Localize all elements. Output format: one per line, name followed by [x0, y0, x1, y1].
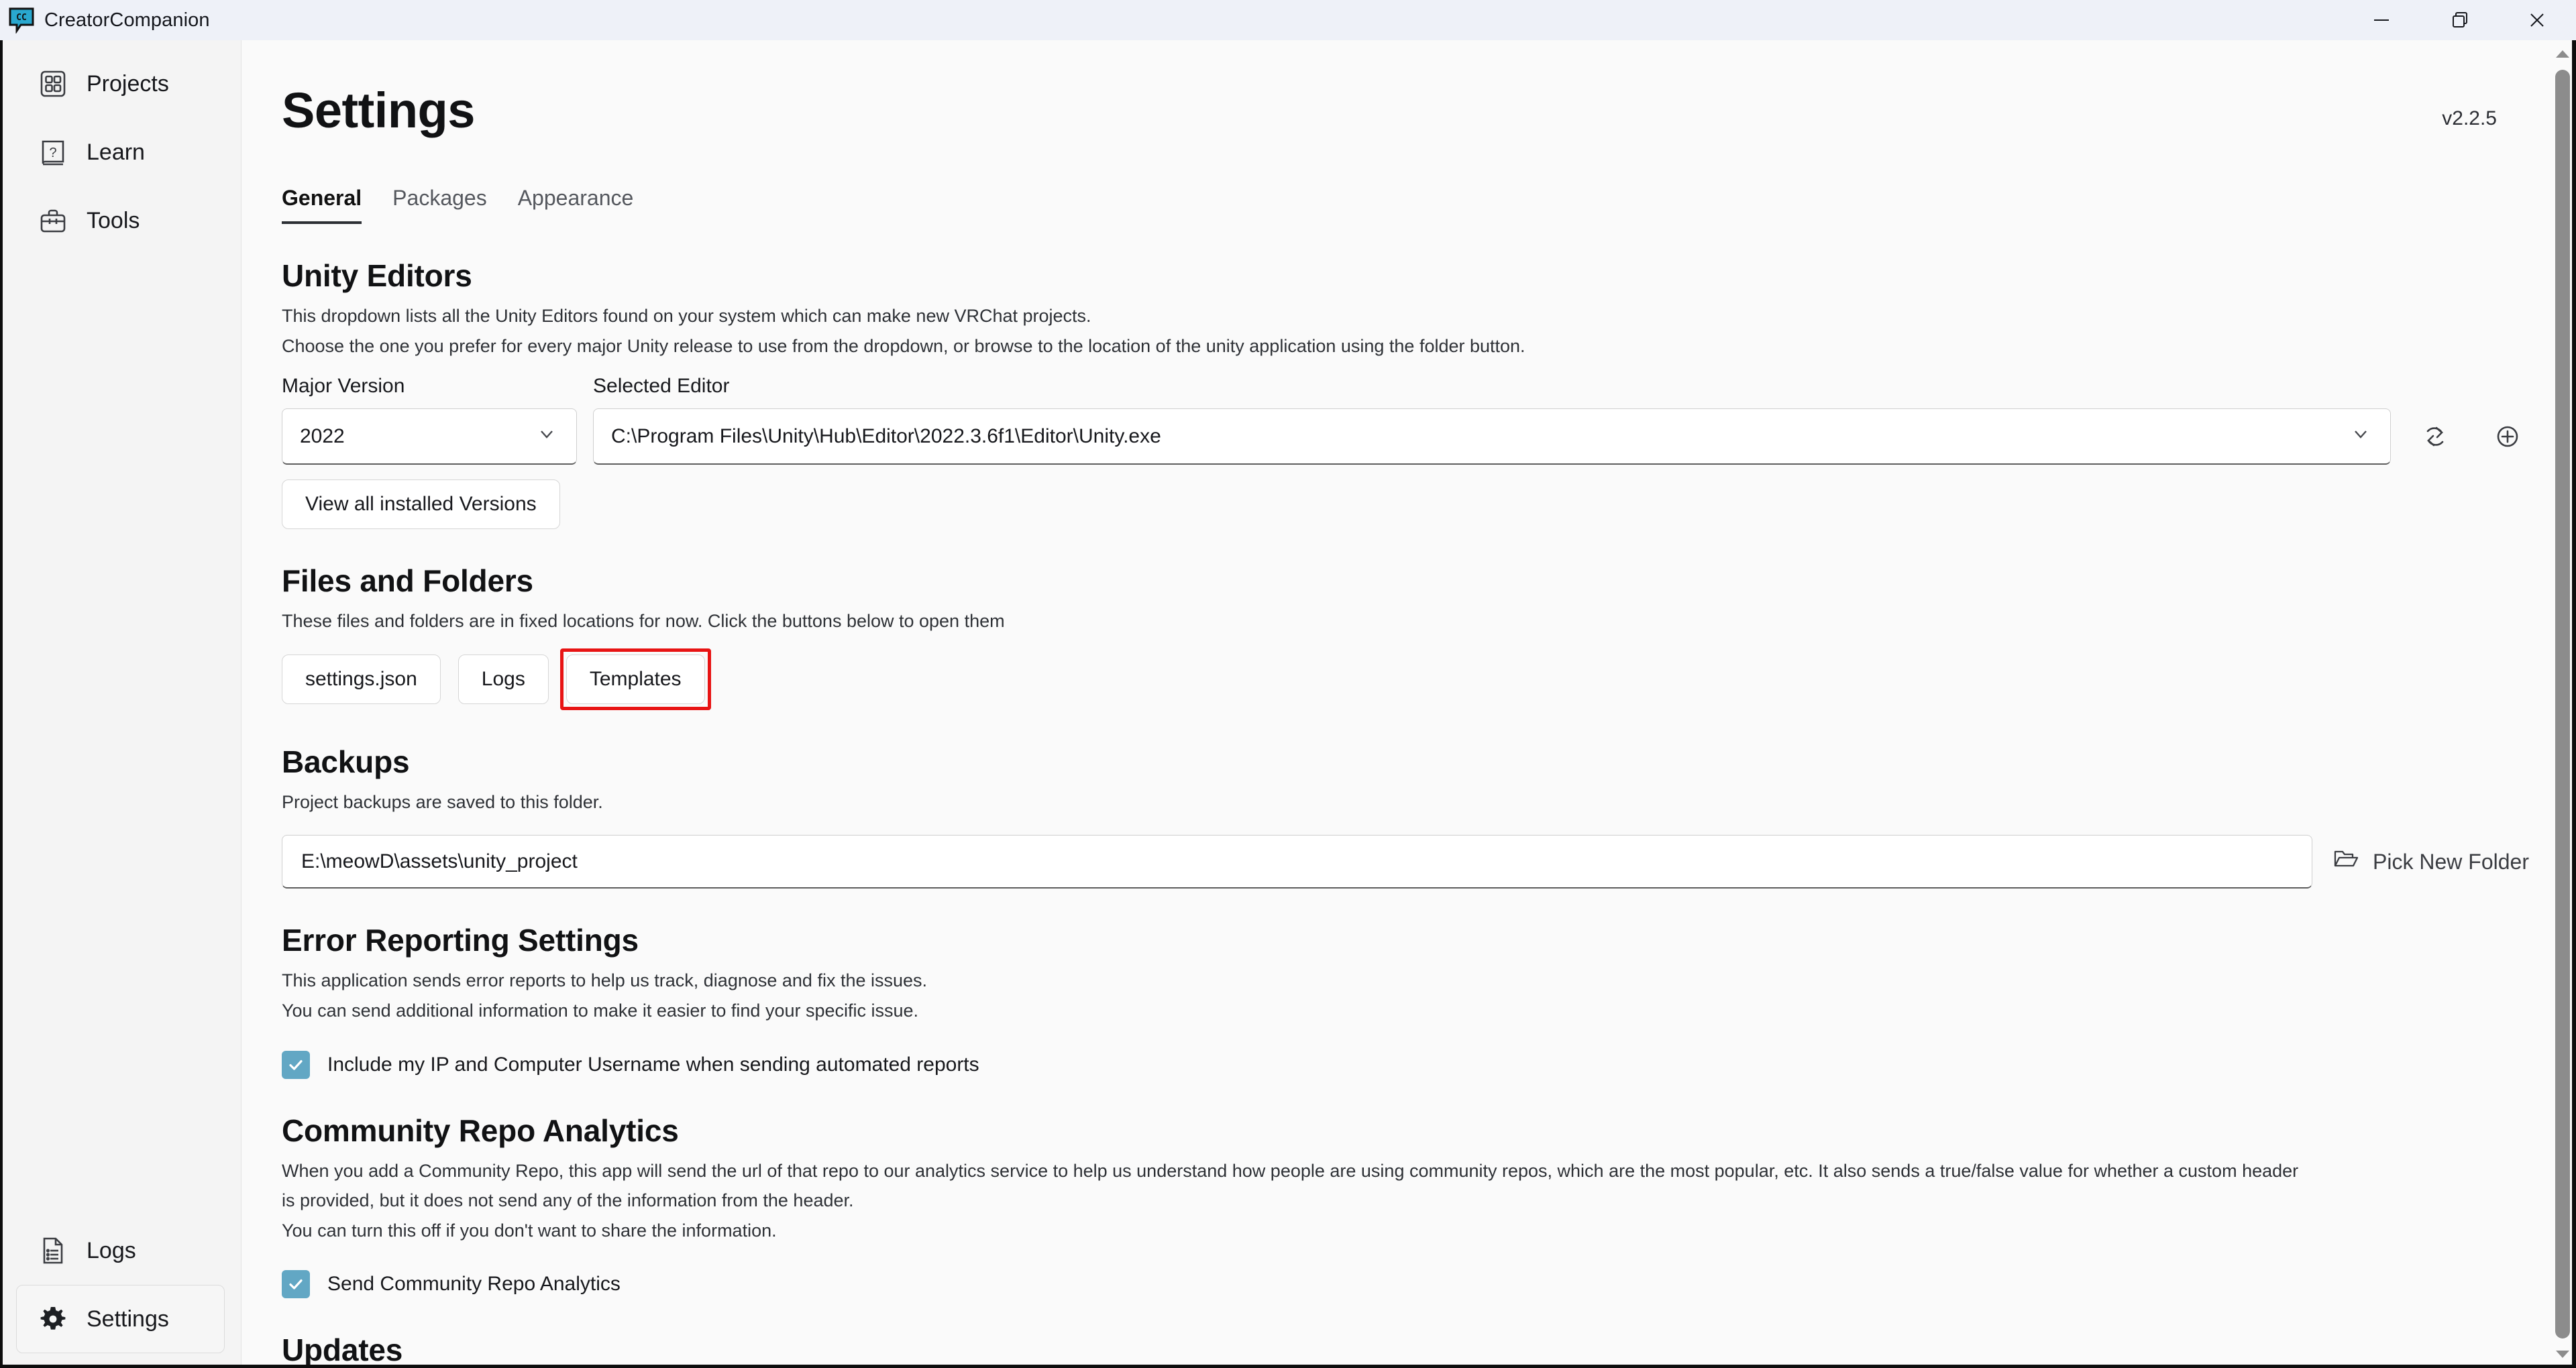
- document-list-icon: [37, 1235, 69, 1267]
- refresh-icon[interactable]: [2407, 408, 2463, 465]
- section-title: Error Reporting Settings: [282, 923, 639, 958]
- section-error-reporting: Error Reporting Settings This applicatio…: [282, 922, 2536, 1079]
- section-title: Unity Editors: [282, 258, 472, 293]
- chevron-down-icon: [2349, 422, 2373, 451]
- sidebar-item-label: Tools: [87, 207, 140, 233]
- sidebar-top-nav: Projects ? Learn Tools: [0, 50, 241, 255]
- selected-editor-group: Selected Editor C:\Program Files\Unity\H…: [593, 375, 2391, 465]
- settings-json-button[interactable]: settings.json: [282, 654, 441, 704]
- svg-text:?: ?: [49, 146, 56, 160]
- major-version-label: Major Version: [282, 375, 405, 398]
- sidebar-item-projects[interactable]: Projects: [16, 50, 225, 118]
- section-description-line1: This application sends error reports to …: [282, 970, 928, 991]
- section-description-line2: Choose the one you prefer for every majo…: [282, 335, 1525, 356]
- section-unity-editors: Unity Editors This dropdown lists all th…: [282, 258, 2536, 530]
- logs-folder-button[interactable]: Logs: [458, 654, 549, 704]
- tab-appearance[interactable]: Appearance: [518, 186, 634, 224]
- window-left-edge: [0, 40, 3, 1368]
- page-title: Settings: [282, 82, 475, 138]
- book-question-icon: ?: [37, 136, 69, 168]
- selected-editor-value: C:\Program Files\Unity\Hub\Editor\2022.3…: [611, 424, 1161, 447]
- section-description-line3: You can turn this off if you don't want …: [282, 1220, 777, 1241]
- section-title: Backups: [282, 744, 410, 779]
- gear-icon: [37, 1303, 69, 1335]
- sidebar: Projects ? Learn Tools Logs Settings: [0, 40, 241, 1368]
- section-updates: Updates: [282, 1332, 2536, 1368]
- templates-button-highlight: Templates: [559, 648, 711, 710]
- editor-selection-row: Major Version 2022 Selected Editor C:\Pr…: [282, 375, 2536, 465]
- tab-packages[interactable]: Packages: [392, 186, 487, 224]
- include-ip-checkbox-row[interactable]: Include my IP and Computer Username when…: [282, 1050, 2536, 1079]
- section-description-line2: You can send additional information to m…: [282, 1001, 919, 1021]
- send-analytics-checkbox-label: Send Community Repo Analytics: [327, 1273, 621, 1296]
- toolbox-icon: [37, 205, 69, 237]
- send-analytics-checkbox-row[interactable]: Send Community Repo Analytics: [282, 1270, 2536, 1299]
- settings-tabs: General Packages Appearance: [282, 186, 2536, 224]
- window-body: Projects ? Learn Tools Logs Settings Set…: [0, 40, 2576, 1368]
- tab-general[interactable]: General: [282, 186, 362, 224]
- cc-speech-bubble-icon: CC: [8, 7, 35, 34]
- grid-icon: [37, 68, 69, 100]
- section-title: Updates: [282, 1332, 403, 1368]
- window-controls: [2343, 0, 2576, 40]
- include-ip-checkbox-label: Include my IP and Computer Username when…: [327, 1053, 979, 1076]
- section-community-repo-analytics: Community Repo Analytics When you add a …: [282, 1113, 2536, 1299]
- files-buttons-row: settings.json Logs Templates: [282, 648, 2536, 710]
- app-title: CreatorCompanion: [44, 9, 210, 31]
- settings-content: Settings v2.2.5 General Packages Appeara…: [241, 40, 2576, 1368]
- section-description: These files and folders are in fixed loc…: [282, 611, 1005, 632]
- section-title: Community Repo Analytics: [282, 1113, 679, 1148]
- backup-path-row: E:\meowD\assets\unity_project Pick New F…: [282, 835, 2536, 889]
- minimize-icon[interactable]: [2343, 0, 2420, 40]
- section-description-line2: is provided, but it does not send any of…: [282, 1190, 854, 1211]
- major-version-value: 2022: [300, 424, 345, 447]
- close-icon[interactable]: [2498, 0, 2576, 40]
- settings-content-inner: Settings v2.2.5 General Packages Appeara…: [241, 40, 2576, 1368]
- backup-path-input[interactable]: E:\meowD\assets\unity_project: [282, 835, 2313, 889]
- view-all-installed-versions-button[interactable]: View all installed Versions: [282, 479, 560, 530]
- scrollbar-thumb[interactable]: [2555, 70, 2570, 1338]
- sidebar-bottom-nav: Logs Settings: [0, 1216, 241, 1353]
- title-bar-left: CC CreatorCompanion: [0, 7, 210, 34]
- scroll-down-arrow-icon[interactable]: [2555, 1341, 2570, 1368]
- section-description: Project backups are saved to this folder…: [282, 791, 603, 812]
- restore-icon[interactable]: [2420, 0, 2498, 40]
- selected-editor-select[interactable]: C:\Program Files\Unity\Hub\Editor\2022.3…: [593, 408, 2391, 465]
- plus-circle-icon[interactable]: [2479, 408, 2536, 465]
- include-ip-checkbox[interactable]: [282, 1050, 310, 1079]
- scroll-up-arrow-icon[interactable]: [2555, 40, 2570, 67]
- app-version-label: v2.2.5: [2442, 107, 2497, 129]
- svg-text:CC: CC: [16, 13, 27, 23]
- templates-button[interactable]: Templates: [566, 654, 705, 704]
- title-bar: CC CreatorCompanion: [0, 0, 2576, 40]
- section-description-line1: When you add a Community Repo, this app …: [282, 1160, 2299, 1181]
- pick-new-folder-label: Pick New Folder: [2373, 849, 2529, 874]
- pick-new-folder-button[interactable]: Pick New Folder: [2332, 846, 2536, 878]
- sidebar-item-label: Settings: [87, 1306, 169, 1332]
- send-analytics-checkbox[interactable]: [282, 1270, 310, 1299]
- window-right-edge: [2572, 40, 2576, 1368]
- folder-open-icon: [2332, 846, 2359, 878]
- chevron-down-icon: [535, 422, 559, 451]
- sidebar-item-label: Logs: [87, 1237, 136, 1263]
- sidebar-item-label: Learn: [87, 139, 145, 165]
- sidebar-item-settings[interactable]: Settings: [16, 1285, 225, 1353]
- sidebar-item-logs[interactable]: Logs: [16, 1216, 225, 1285]
- application-window: CC CreatorCompanion Projects ? Learn Too…: [0, 0, 2576, 1368]
- section-files-and-folders: Files and Folders These files and folder…: [282, 563, 2536, 710]
- section-title: Files and Folders: [282, 563, 533, 599]
- section-backups: Backups Project backups are saved to thi…: [282, 744, 2536, 889]
- sidebar-item-label: Projects: [87, 70, 169, 97]
- major-version-select[interactable]: 2022: [282, 408, 577, 465]
- window-bottom-edge: [0, 1365, 2576, 1368]
- selected-editor-label: Selected Editor: [593, 375, 730, 398]
- sidebar-item-tools[interactable]: Tools: [16, 186, 225, 255]
- section-description-line1: This dropdown lists all the Unity Editor…: [282, 306, 1091, 326]
- sidebar-item-learn[interactable]: ? Learn: [16, 118, 225, 186]
- major-version-group: Major Version 2022: [282, 375, 577, 465]
